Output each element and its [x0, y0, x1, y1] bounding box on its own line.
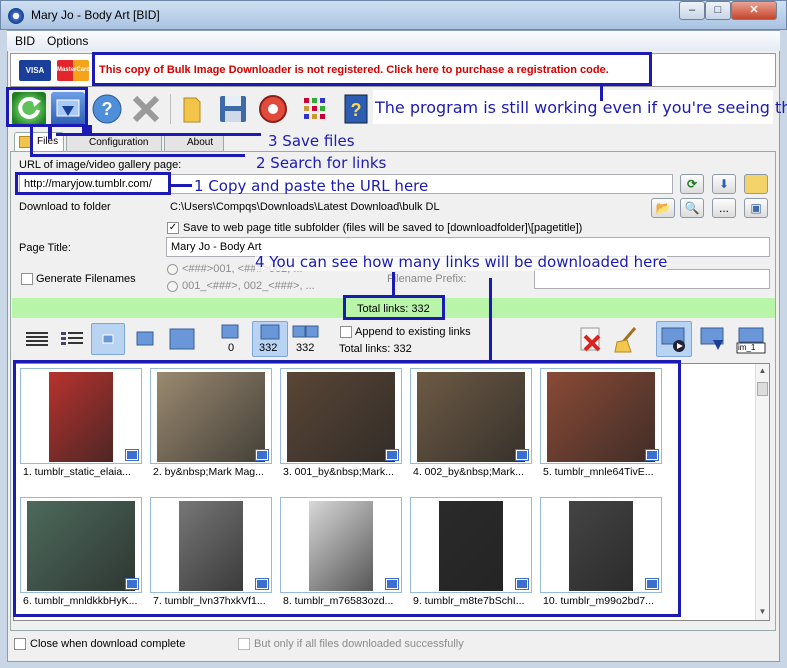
- save-icon[interactable]: [216, 92, 250, 126]
- settings-icon[interactable]: [256, 92, 290, 126]
- medium-thumbnails-icon[interactable]: [128, 323, 162, 355]
- mastercard-icon: MasterCard: [57, 60, 90, 81]
- minimize-button[interactable]: –: [679, 1, 705, 20]
- generate-filenames-checkbox[interactable]: [21, 273, 33, 285]
- scroll-down-icon[interactable]: ▼: [757, 607, 768, 618]
- subfolder-checkbox[interactable]: ✓: [167, 222, 179, 234]
- toolbar-divider: [170, 94, 171, 124]
- filename-prefix-input[interactable]: [534, 269, 770, 289]
- annotation-gallery-box: [13, 360, 681, 617]
- browse-folder-icon[interactable]: 🔍: [680, 198, 704, 218]
- links-images-icon[interactable]: [291, 323, 319, 341]
- total-links-label: Total links: 332: [339, 343, 412, 355]
- annotation-search-links: 2 Search for links: [256, 154, 387, 172]
- window-title: Mary Jo - Body Art [BID]: [31, 8, 160, 22]
- annotation-url-box: [15, 172, 171, 195]
- tab-about-label: About: [187, 137, 214, 148]
- small-thumbnails-icon[interactable]: [91, 323, 125, 355]
- large-thumbnails-icon[interactable]: [165, 323, 199, 355]
- annotation-line-url: [170, 184, 192, 187]
- gallery-scrollbar[interactable]: ▲ ▼: [755, 364, 769, 620]
- menu-bar: BID Options: [7, 31, 780, 51]
- list-view-icon[interactable]: [55, 323, 89, 355]
- annotation-line-search-v: [30, 127, 33, 157]
- help-icon[interactable]: ?: [90, 92, 124, 126]
- visa-card-icon: VISA: [19, 60, 51, 81]
- annotation-line-gallery: [489, 278, 492, 362]
- append-links-checkbox[interactable]: [340, 326, 352, 338]
- maximize-button[interactable]: □: [705, 1, 731, 20]
- folder-label: Download to folder: [19, 201, 111, 213]
- radio-prefix-format[interactable]: [167, 264, 178, 275]
- annotation-line-top: [600, 85, 603, 101]
- scroll-up-icon[interactable]: ▲: [757, 366, 768, 377]
- svg-text:?: ?: [351, 100, 362, 120]
- svg-text:?: ?: [102, 99, 113, 119]
- radio-suffix-label: 001_<###>, 002_<###>, ...: [182, 280, 315, 292]
- annotation-links-count: 4 You can see how many links will be dow…: [255, 253, 668, 271]
- tab-configuration-label: Configuration: [89, 137, 149, 148]
- grid-icon[interactable]: [298, 92, 332, 126]
- scroll-thumb[interactable]: [757, 382, 768, 396]
- remove-icon[interactable]: [574, 323, 608, 355]
- folder-icon[interactable]: [176, 92, 210, 126]
- annotation-save-files: 3 Save files: [268, 132, 355, 150]
- count-selected: 0: [228, 342, 235, 354]
- annotation-registration-box: [92, 52, 652, 86]
- details-view-icon[interactable]: [20, 323, 54, 355]
- annotation-line-total: [392, 272, 395, 296]
- close-when-done-label: Close when download complete: [30, 638, 186, 650]
- open-folder-icon[interactable]: 📂: [651, 198, 675, 218]
- paste-small-icon[interactable]: [744, 174, 768, 194]
- folder-input[interactable]: C:\Users\Compqs\Downloads\Latest Downloa…: [166, 198, 647, 218]
- selected-images-icon[interactable]: [220, 323, 242, 341]
- menu-options[interactable]: Options: [47, 34, 88, 48]
- annotation-arrow-stem: [48, 125, 52, 139]
- download-small-icon[interactable]: ⬇: [712, 174, 736, 194]
- download-images-icon[interactable]: [696, 323, 730, 355]
- only-if-success-label: But only if all files downloaded success…: [254, 638, 464, 650]
- annotation-toolbar-box: [6, 87, 88, 127]
- annotation-line-search: [30, 154, 245, 157]
- close-when-done-checkbox[interactable]: [14, 638, 26, 650]
- append-links-label: Append to existing links: [355, 326, 471, 338]
- cancel-icon[interactable]: [129, 92, 163, 126]
- im-label: im_1: [738, 343, 756, 352]
- count-links: 332: [296, 342, 315, 354]
- annotation-line-save: [56, 133, 261, 136]
- annotation-copy-paste: 1 Copy and paste the URL here: [194, 177, 429, 195]
- menu-bid[interactable]: BID: [15, 34, 35, 48]
- count-all: 332: [259, 342, 278, 354]
- only-if-success-checkbox[interactable]: [238, 638, 250, 650]
- clear-broom-icon[interactable]: [610, 323, 644, 355]
- info-book-icon[interactable]: ?: [339, 92, 373, 126]
- generate-filenames-label: Generate Filenames: [36, 273, 136, 285]
- page-title-label: Page Title:: [19, 242, 71, 254]
- play-images-icon[interactable]: [656, 321, 692, 357]
- filename-prefix-label: Filename Prefix:: [387, 273, 467, 285]
- folder-ellipsis-button[interactable]: ...: [712, 198, 736, 218]
- refresh-small-icon[interactable]: ⟳: [680, 174, 704, 194]
- url-label: URL of image/video gallery page:: [19, 159, 182, 171]
- annotation-still-working: The program is still working even if you…: [375, 98, 787, 117]
- annotation-total-box: [343, 295, 445, 320]
- app-icon: [8, 8, 24, 24]
- close-button[interactable]: ✕: [731, 1, 777, 20]
- subfolder-label: Save to web page title subfolder (files …: [183, 222, 583, 234]
- save-folder-icon[interactable]: ▣: [744, 198, 768, 218]
- radio-suffix-format[interactable]: [167, 281, 178, 292]
- title-bar: Mary Jo - Body Art [BID]: [0, 0, 787, 30]
